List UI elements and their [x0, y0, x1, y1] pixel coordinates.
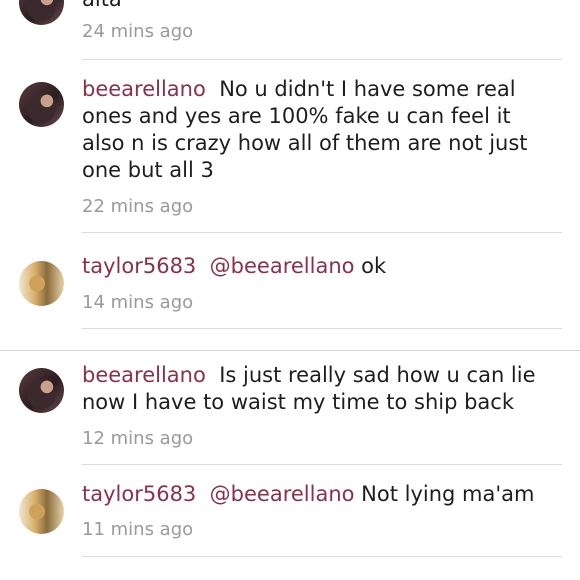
comment-timestamp: 12 mins ago — [82, 428, 194, 449]
comment-text: taylor5683 @beearellano ok — [82, 253, 552, 280]
comment-timestamp: 24 mins ago — [82, 21, 194, 42]
comment-text: alta — [82, 0, 552, 13]
comment-body: Not lying ma'am — [361, 482, 535, 506]
divider — [82, 328, 562, 329]
comment-timestamp: 22 mins ago — [82, 196, 194, 217]
comment-text: beearellano No u didn't I have some real… — [82, 76, 552, 184]
avatar[interactable] — [19, 0, 64, 25]
comment-username[interactable]: beearellano — [82, 77, 206, 101]
avatar[interactable] — [19, 368, 64, 413]
section-divider — [0, 350, 580, 351]
avatar[interactable] — [19, 82, 64, 127]
comment-username[interactable]: beearellano — [82, 363, 206, 387]
divider — [82, 232, 562, 233]
comments-screen: alta 24 mins ago beearellano No u didn't… — [0, 0, 580, 580]
comment-text: beearellano Is just really sad how u can… — [82, 362, 552, 416]
comment-username[interactable]: taylor5683 — [82, 482, 196, 506]
avatar[interactable] — [19, 261, 64, 306]
comment-mention[interactable]: @beearellano — [210, 254, 355, 278]
comment-mention[interactable]: @beearellano — [210, 482, 355, 506]
divider — [82, 59, 562, 60]
avatar[interactable] — [19, 489, 64, 534]
comment-timestamp: 14 mins ago — [82, 292, 194, 313]
comment-body: ok — [361, 254, 387, 278]
comment-username[interactable]: taylor5683 — [82, 254, 196, 278]
comment-body: alta — [82, 0, 122, 11]
comment-timestamp: 11 mins ago — [82, 519, 194, 540]
divider — [82, 464, 562, 465]
divider — [82, 556, 562, 557]
comment-text: taylor5683 @beearellano Not lying ma'am — [82, 481, 552, 508]
